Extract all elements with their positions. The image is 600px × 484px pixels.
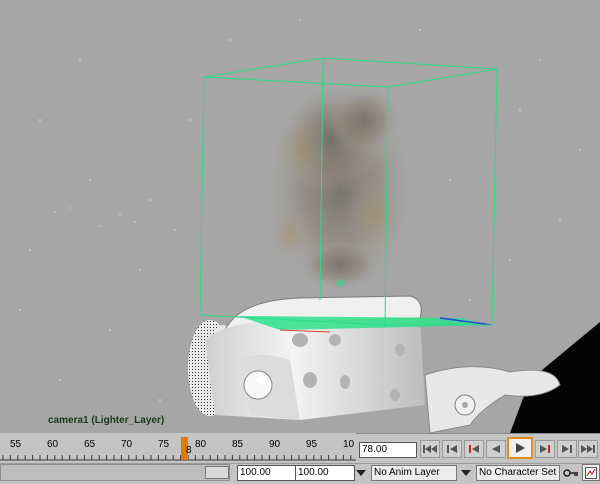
step-forward-frame-button[interactable] <box>557 440 577 458</box>
anim-layer-dropdown[interactable]: No Anim Layer <box>371 465 457 481</box>
character-set-dropdown-arrow-icon[interactable] <box>460 467 472 479</box>
current-frame-marker-label: 8 <box>186 445 192 456</box>
play-forwards-button[interactable] <box>507 437 533 459</box>
range-slider-track[interactable] <box>0 464 230 481</box>
play-backwards-icon <box>492 445 500 453</box>
go-to-start-button[interactable] <box>420 440 440 458</box>
skip-to-end-icon <box>581 445 595 453</box>
range-start-field[interactable]: 100.00 <box>237 465 297 481</box>
previous-keyframe-button[interactable] <box>464 440 484 458</box>
time-tick-label: 75 <box>158 439 170 450</box>
time-tick-label: 65 <box>84 439 96 450</box>
play-backwards-button[interactable] <box>486 440 506 458</box>
anim-layer-dropdown-arrow-icon[interactable] <box>355 467 367 479</box>
time-tick-label: 85 <box>232 439 244 450</box>
perspective-viewport[interactable]: camera1 (Lighter_Layer) <box>0 0 600 433</box>
time-tick-label: 55 <box>10 439 22 450</box>
maya-window: camera1 (Lighter_Layer) 55 60 65 70 75 80 85 90… <box>0 0 600 484</box>
step-back-frame-button[interactable] <box>442 440 462 458</box>
step-forward-frame-icon <box>562 445 572 453</box>
auto-key-button[interactable] <box>562 464 580 481</box>
camera-label: camera1 (Lighter_Layer) <box>48 415 165 426</box>
time-tick-label: 80 <box>195 439 207 450</box>
key-icon <box>563 468 578 477</box>
next-keyframe-button[interactable] <box>535 440 555 458</box>
time-tick-label: 70 <box>121 439 133 450</box>
time-slider[interactable]: 55 60 65 70 75 80 85 90 95 10 8 <box>0 433 356 463</box>
viewport-scene <box>19 19 600 433</box>
animation-preferences-button[interactable] <box>582 464 600 481</box>
play-forwards-icon <box>516 443 525 453</box>
range-slider-handle[interactable] <box>205 466 229 479</box>
range-end-field[interactable]: 100.00 <box>295 465 355 481</box>
next-keyframe-icon <box>540 445 550 453</box>
current-time-field[interactable]: 78.00 <box>359 442 417 458</box>
go-to-end-button[interactable] <box>578 440 598 458</box>
time-tick-label: 90 <box>269 439 281 450</box>
emitter-plane <box>238 316 490 330</box>
previous-keyframe-icon <box>469 445 479 453</box>
character-set-dropdown[interactable]: No Character Set <box>476 465 560 481</box>
step-back-frame-icon <box>447 445 457 453</box>
time-tick-label: 60 <box>47 439 59 450</box>
skip-to-start-icon <box>423 445 437 453</box>
smoke-volume <box>265 85 415 295</box>
animation-preferences-icon <box>585 466 597 479</box>
time-tick-label: 10 <box>343 439 355 450</box>
time-tick-label: 95 <box>306 439 318 450</box>
